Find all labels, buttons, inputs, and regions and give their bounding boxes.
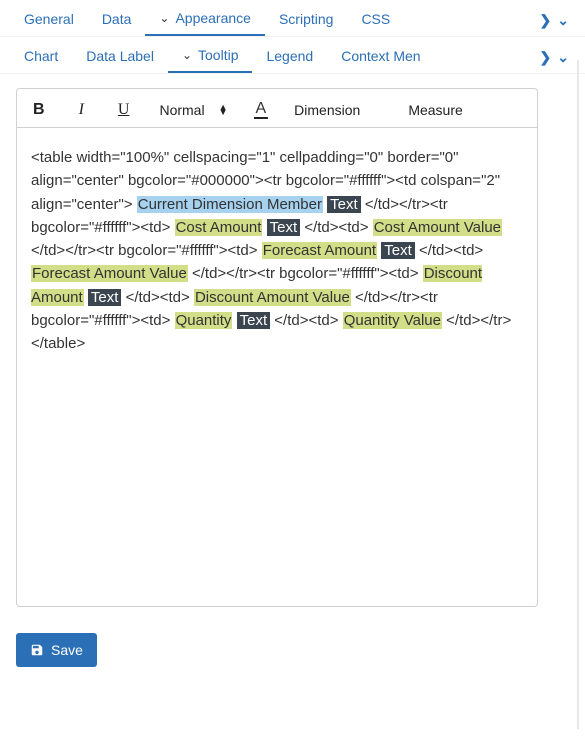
scrollbar[interactable] <box>577 60 579 729</box>
token-cost-amount[interactable]: Cost Amount <box>175 219 263 236</box>
chevron-down-icon: ⌄ <box>159 11 169 25</box>
editor-toolbar: B I U Normal ▲▼ A Dimension Measure <box>16 88 538 127</box>
nav-dropdown-icon[interactable]: ⌄ <box>555 10 571 31</box>
editor-panel: B I U Normal ▲▼ A Dimension Measure <tab… <box>0 74 585 617</box>
code-text: </td></tr><tr bgcolor="#ffffff"><td> <box>31 242 262 259</box>
insert-dimension-button[interactable]: Dimension <box>294 102 360 118</box>
nav-next-icon[interactable]: ❯ <box>538 10 554 31</box>
token-forecast-amount[interactable]: Forecast Amount <box>262 242 377 259</box>
insert-measure-button[interactable]: Measure <box>386 102 462 118</box>
top-tabs-row: General Data ⌄ Appearance Scripting CSS … <box>0 0 585 37</box>
italic-button[interactable]: I <box>75 99 88 121</box>
format-select[interactable]: Normal ▲▼ <box>159 102 227 118</box>
tabs-nav-right: ❯ ⌄ <box>538 10 575 31</box>
token-forecast-amount-value[interactable]: Forecast Amount Value <box>31 265 188 282</box>
token-quantity[interactable]: Quantity <box>175 312 233 329</box>
code-text: </td><td> <box>419 242 483 259</box>
token-text[interactable]: Text <box>88 289 122 306</box>
chevron-down-icon: ⌄ <box>182 48 192 62</box>
token-dimension-member[interactable]: Current Dimension Member <box>137 196 323 213</box>
tab-chart[interactable]: Chart <box>10 42 72 72</box>
token-discount-amount-value[interactable]: Discount Amount Value <box>194 289 351 306</box>
code-text: </td><td> <box>274 312 342 329</box>
tab-context-menu[interactable]: Context Men <box>327 42 434 72</box>
tooltip-editor[interactable]: <table width="100%" cellspacing="1" cell… <box>16 127 538 607</box>
token-cost-amount-value[interactable]: Cost Amount Value <box>373 219 502 236</box>
tab-data-label[interactable]: Data Label <box>72 42 168 72</box>
tab-appearance[interactable]: ⌄ Appearance <box>145 4 265 36</box>
code-text: </td></tr><tr bgcolor="#ffffff"><td> <box>192 265 423 282</box>
subtabs-nav-right: ❯ ⌄ <box>538 47 575 68</box>
token-text[interactable]: Text <box>267 219 301 236</box>
save-icon <box>30 643 44 657</box>
token-text[interactable]: Text <box>237 312 271 329</box>
token-quantity-value[interactable]: Quantity Value <box>343 312 442 329</box>
tab-css[interactable]: CSS <box>347 5 404 35</box>
sub-tabs-row: Chart Data Label ⌄ Tooltip Legend Contex… <box>0 37 585 74</box>
tab-tooltip-label: Tooltip <box>198 47 238 63</box>
token-text[interactable]: Text <box>381 242 415 259</box>
tab-scripting[interactable]: Scripting <box>265 5 347 35</box>
tab-general[interactable]: General <box>10 5 88 35</box>
underline-button[interactable]: U <box>114 99 134 121</box>
bold-button[interactable]: B <box>29 99 49 121</box>
save-button[interactable]: Save <box>16 633 97 667</box>
tab-tooltip[interactable]: ⌄ Tooltip <box>168 41 253 73</box>
select-caret-icon: ▲▼ <box>219 105 228 115</box>
text-color-button[interactable]: A <box>254 101 269 119</box>
code-text: </td><td> <box>304 219 368 236</box>
nav-next-icon[interactable]: ❯ <box>538 47 554 68</box>
format-select-label: Normal <box>159 102 204 118</box>
nav-dropdown-icon[interactable]: ⌄ <box>555 47 571 68</box>
token-text[interactable]: Text <box>327 196 361 213</box>
code-text: </td><td> <box>126 289 190 306</box>
tab-legend[interactable]: Legend <box>252 42 327 72</box>
save-button-label: Save <box>51 642 83 658</box>
tab-appearance-label: Appearance <box>175 10 251 26</box>
tab-data[interactable]: Data <box>88 5 146 35</box>
